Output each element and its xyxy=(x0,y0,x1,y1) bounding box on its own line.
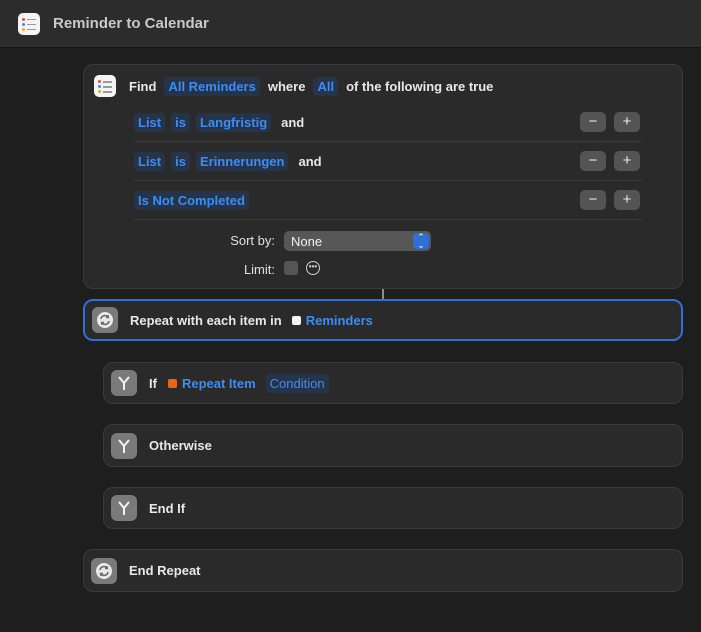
condition-joiner: and xyxy=(298,153,322,169)
limit-label: Limit: xyxy=(243,262,275,277)
condition-field[interactable]: List xyxy=(134,112,166,132)
repeat-arrows-icon xyxy=(91,557,117,584)
branch-fork-icon xyxy=(111,370,137,396)
condition-operator[interactable]: is xyxy=(171,151,190,171)
condition-token[interactable]: Condition xyxy=(265,373,329,393)
more-options-icon[interactable]: ••• xyxy=(306,261,320,275)
limit-checkbox[interactable] xyxy=(284,261,298,275)
condition-value[interactable]: Erinnerungen xyxy=(195,151,289,171)
find-header: Find All Reminders where All of the foll… xyxy=(94,75,493,97)
find-reminders-action[interactable]: Find All Reminders where All of the foll… xyxy=(83,64,683,289)
otherwise-action[interactable]: Otherwise xyxy=(103,424,683,467)
branch-fork-icon xyxy=(111,432,137,459)
condition-row: List is Erinnerungen and − + xyxy=(134,142,642,181)
add-condition-button[interactable]: + xyxy=(614,112,640,132)
scope-token[interactable]: All Reminders xyxy=(164,76,260,96)
otherwise-label: Otherwise xyxy=(149,438,212,453)
remove-condition-button[interactable]: − xyxy=(580,190,606,210)
repeat-label: Repeat with each item in xyxy=(130,312,282,328)
sort-by-label: Sort by: xyxy=(230,233,275,248)
repeat-item-token[interactable]: Repeat Item xyxy=(182,376,256,391)
condition-field[interactable]: List xyxy=(134,151,166,171)
end-repeat-action[interactable]: End Repeat xyxy=(83,549,683,592)
chevron-up-down-icon: ⌃ ⌄ xyxy=(413,233,429,250)
repeat-arrows-icon xyxy=(92,307,118,333)
window-title: Reminder to Calendar xyxy=(53,15,209,32)
following-label: of the following are true xyxy=(346,78,494,94)
remove-condition-button[interactable]: − xyxy=(580,112,606,132)
end-if-label: End If xyxy=(149,500,186,516)
reminders-app-icon xyxy=(18,12,40,35)
end-repeat-label: End Repeat xyxy=(129,563,201,578)
reminders-variable-icon xyxy=(291,315,301,325)
title-bar: Reminder to Calendar xyxy=(0,0,701,48)
add-condition-button[interactable]: + xyxy=(614,190,640,210)
branch-fork-icon xyxy=(111,495,137,521)
condition-value[interactable]: Langfristig xyxy=(195,112,272,132)
add-condition-button[interactable]: + xyxy=(614,151,640,171)
if-action[interactable]: If Repeat Item Condition xyxy=(103,362,683,404)
condition-field[interactable]: Is Not Completed xyxy=(134,190,249,210)
sort-by-value: None xyxy=(291,233,323,249)
condition-row: Is Not Completed − + xyxy=(134,181,642,220)
if-label: If xyxy=(149,375,157,391)
end-if-action[interactable]: End If xyxy=(103,487,683,529)
condition-row: List is Langfristig and − + xyxy=(134,103,642,142)
remove-condition-button[interactable]: − xyxy=(580,151,606,171)
repeat-variable-token[interactable]: Reminders xyxy=(306,313,373,328)
where-label: where xyxy=(267,78,306,94)
condition-joiner: and xyxy=(281,114,305,130)
reminders-list-icon xyxy=(94,75,116,97)
find-label: Find xyxy=(129,78,157,94)
quantifier-token[interactable]: All xyxy=(313,76,339,96)
condition-operator[interactable]: is xyxy=(171,112,190,132)
repeat-item-icon xyxy=(167,378,177,388)
sort-by-select[interactable]: None ⌃ ⌄ xyxy=(284,231,431,251)
repeat-action[interactable]: Repeat with each item in Reminders xyxy=(83,299,683,341)
